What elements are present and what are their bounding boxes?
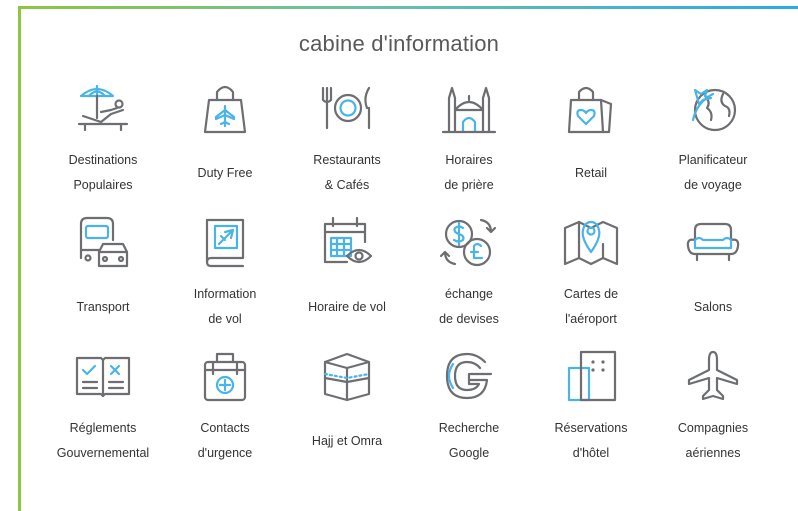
tile-label: Hajj et Omra	[311, 433, 383, 448]
globe-plane-icon	[681, 78, 745, 138]
tile-information-vol[interactable]: Information de vol	[164, 212, 286, 346]
mosque-icon	[437, 78, 501, 138]
tile-label: Transport	[76, 299, 130, 314]
tile-planificateur-voyage[interactable]: Planificateur de voyage	[652, 78, 774, 212]
tile-label: Réservations d'hôtel	[554, 421, 628, 460]
tile-label: Information de vol	[193, 287, 257, 326]
tile-hajj-omra[interactable]: Hajj et Omra	[286, 346, 408, 480]
tile-label: Planificateur de voyage	[678, 153, 748, 192]
page-title: cabine d'information	[298, 31, 500, 56]
tile-recherche-google[interactable]: Recherche Google	[408, 346, 530, 480]
shopping-bag-plane-icon	[193, 78, 257, 138]
tile-transport[interactable]: Transport	[42, 212, 164, 346]
shopping-bag-heart-icon	[559, 78, 623, 138]
tile-reglements-gouvernemental[interactable]: Réglements Gouvernemental	[42, 346, 164, 480]
fork-plate-knife-icon	[315, 78, 379, 138]
first-aid-kit-icon	[193, 346, 257, 406]
tile-contacts-urgence[interactable]: Contacts d'urgence	[164, 346, 286, 480]
tile-label: Salons	[693, 299, 733, 314]
tile-label: Recherche Google	[438, 421, 500, 460]
sofa-icon	[681, 212, 745, 272]
open-book-checklist-icon	[71, 346, 135, 406]
tile-label: Duty Free	[197, 165, 253, 180]
airplane-icon	[681, 346, 745, 406]
tile-label: Cartes de l'aéroport	[563, 287, 619, 326]
bus-car-icon	[71, 212, 135, 272]
tile-echange-devises[interactable]: échange de devises	[408, 212, 530, 346]
kaaba-icon	[315, 346, 379, 406]
kiosk-screen: cabine d'information Destinations Popula…	[0, 0, 798, 511]
service-grid: Destinations Populaires Duty Free Restau…	[42, 78, 774, 480]
tile-label: Contacts d'urgence	[197, 421, 253, 460]
currency-exchange-icon	[437, 212, 501, 272]
beach-umbrella-icon	[71, 78, 135, 138]
tile-label: Horaire de vol	[308, 299, 386, 314]
tile-horaire-vol[interactable]: Horaire de vol	[286, 212, 408, 346]
map-pin-icon	[559, 212, 623, 272]
tile-duty-free[interactable]: Duty Free	[164, 78, 286, 212]
tile-label: Horaires de prière	[444, 153, 494, 192]
tile-retail[interactable]: Retail	[530, 78, 652, 212]
tile-label: Restaurants & Cafés	[313, 153, 381, 192]
tile-label: Destinations Populaires	[68, 153, 138, 192]
tile-label: échange de devises	[439, 287, 499, 326]
tile-label: Retail	[575, 165, 607, 180]
left-accent-bar	[18, 6, 21, 511]
tile-compagnies-aeriennes[interactable]: Compagnies aériennes	[652, 346, 774, 480]
calendar-eye-icon	[315, 212, 379, 272]
tile-salons[interactable]: Salons	[652, 212, 774, 346]
tile-horaires-priere[interactable]: Horaires de prière	[408, 78, 530, 212]
top-accent-bar	[18, 6, 798, 9]
tile-label: Compagnies aériennes	[677, 421, 749, 460]
google-icon	[437, 346, 501, 406]
tile-restaurants-cafes[interactable]: Restaurants & Cafés	[286, 78, 408, 212]
hotel-building-icon	[559, 346, 623, 406]
tile-cartes-aeroport[interactable]: Cartes de l'aéroport	[530, 212, 652, 346]
tile-reservations-hotel[interactable]: Réservations d'hôtel	[530, 346, 652, 480]
tile-label: Réglements Gouvernemental	[56, 421, 150, 460]
flight-book-icon	[193, 212, 257, 272]
tile-destinations-populaires[interactable]: Destinations Populaires	[42, 78, 164, 212]
